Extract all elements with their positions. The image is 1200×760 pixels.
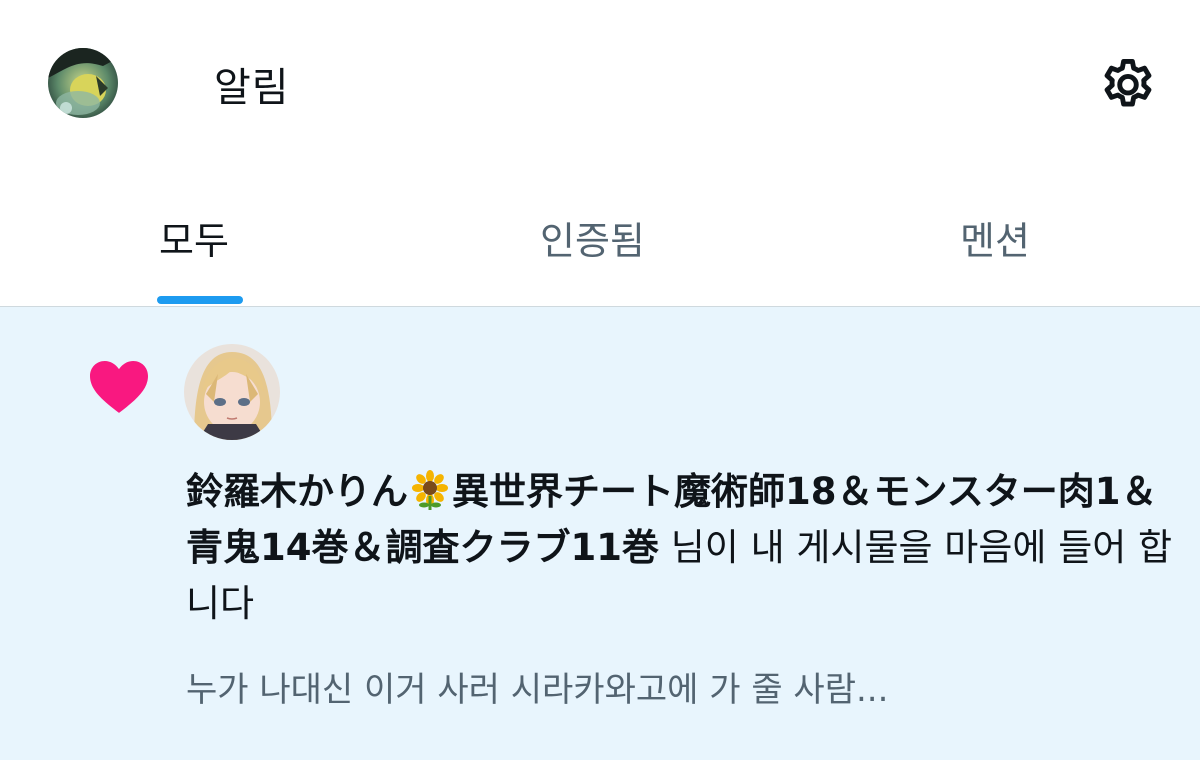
tab-label: 인증됨: [540, 219, 645, 263]
profile-avatar[interactable]: [48, 48, 118, 118]
post-preview: 누가 나대신 이거 사러 시라카와고에 가 줄 사람...: [186, 670, 889, 710]
heart-icon: [90, 360, 148, 413]
tab-label: 모두: [159, 219, 229, 263]
gear-icon: [1104, 59, 1152, 107]
notifications-screen: 알림 모두 인증됨 멘션 鈴羅木かりん 異世界チート魔術師18＆モンスター肉1＆…: [0, 0, 1200, 760]
tab-bar: 모두 인증됨 멘션: [0, 190, 1200, 307]
notification-text: 鈴羅木かりん 異世界チート魔術師18＆モンスター肉1＆青鬼14巻＆調査クラブ11…: [186, 464, 1176, 632]
sunflower-icon: [412, 470, 448, 510]
header: 알림: [0, 0, 1200, 170]
user-name-part: 鈴羅木かりん: [186, 470, 408, 513]
avatar-icon: [184, 344, 280, 440]
avatar-icon: [48, 48, 118, 118]
page-title: 알림: [214, 65, 290, 111]
tab-mentions[interactable]: 멘션: [800, 190, 1200, 306]
user-avatar[interactable]: [184, 344, 280, 440]
active-tab-indicator: [157, 296, 243, 304]
notification-item[interactable]: 鈴羅木かりん 異世界チート魔術師18＆モンスター肉1＆青鬼14巻＆調査クラブ11…: [0, 307, 1200, 760]
tab-label: 멘션: [960, 219, 1030, 263]
tab-verified[interactable]: 인증됨: [400, 190, 800, 306]
settings-button[interactable]: [1096, 54, 1160, 118]
tab-all[interactable]: 모두: [0, 190, 400, 306]
